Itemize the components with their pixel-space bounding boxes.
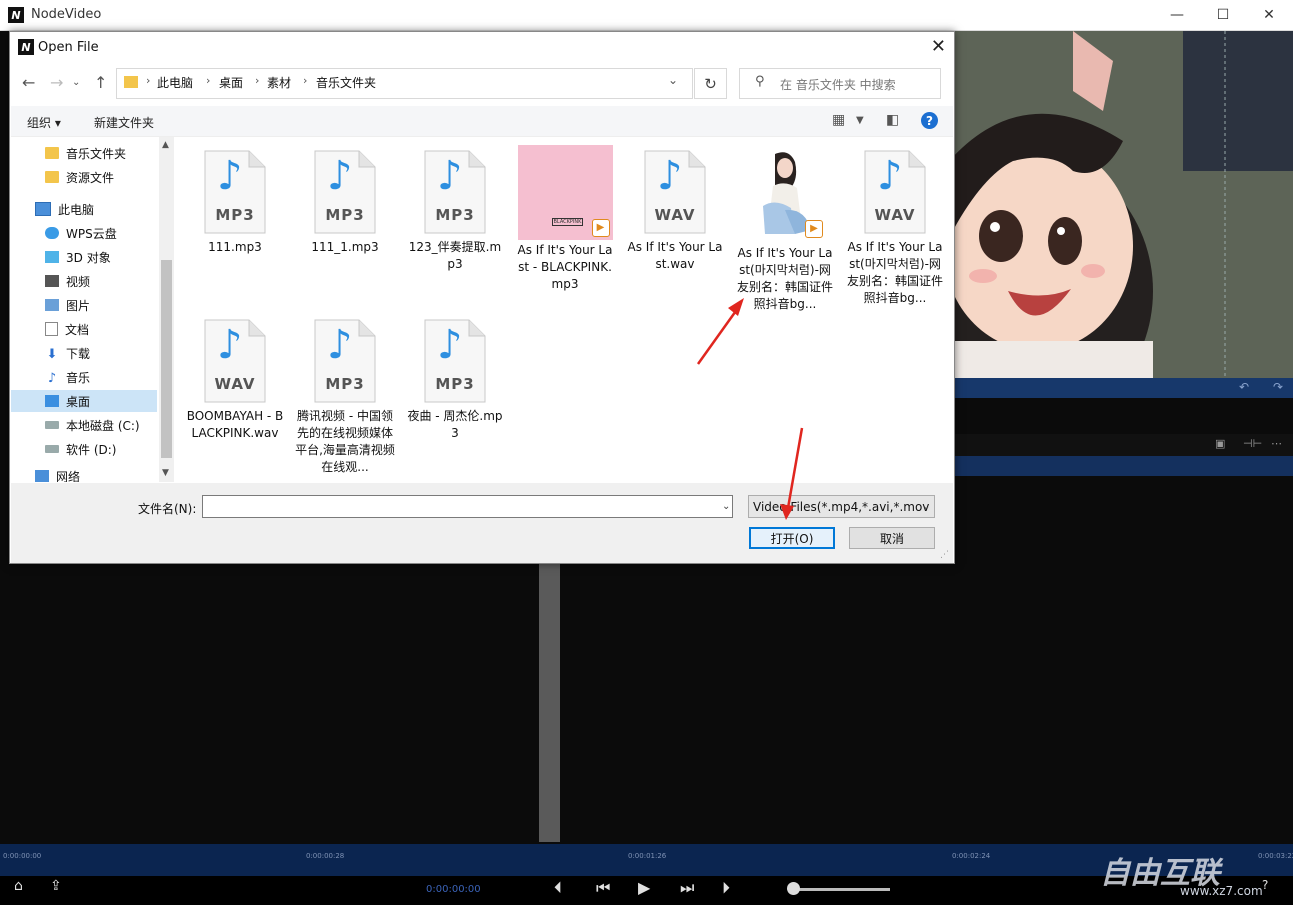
- annotation-arrow: [696, 298, 744, 365]
- annotation-arrows: [696, 298, 804, 520]
- annotation-arrow: [780, 427, 804, 520]
